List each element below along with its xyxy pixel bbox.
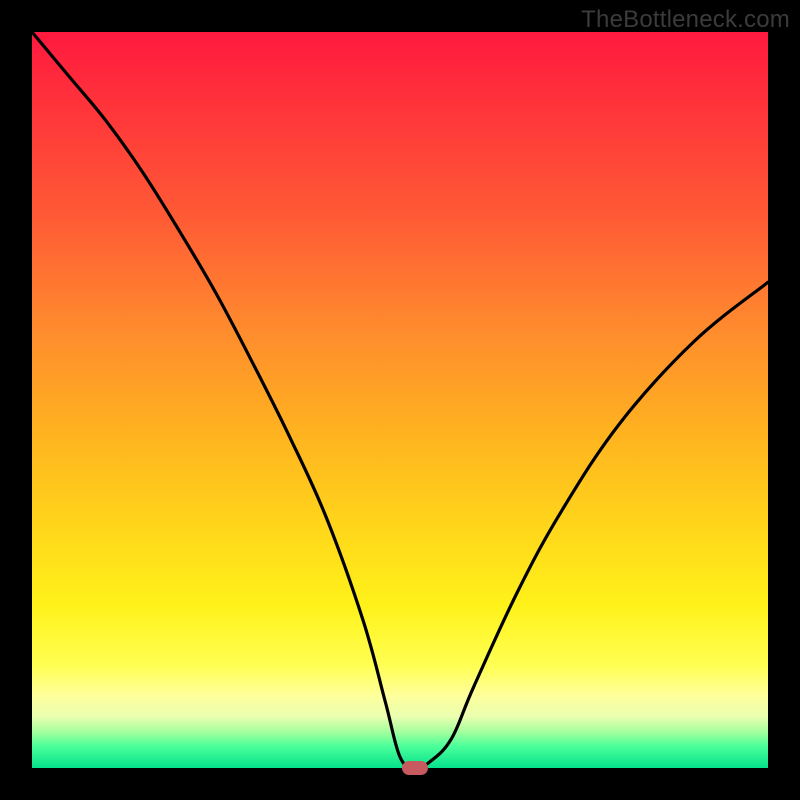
chart-frame: TheBottleneck.com bbox=[0, 0, 800, 800]
bottleneck-curve bbox=[32, 32, 768, 768]
target-marker bbox=[402, 761, 428, 775]
watermark-text: TheBottleneck.com bbox=[581, 6, 790, 34]
plot-area bbox=[32, 32, 768, 768]
